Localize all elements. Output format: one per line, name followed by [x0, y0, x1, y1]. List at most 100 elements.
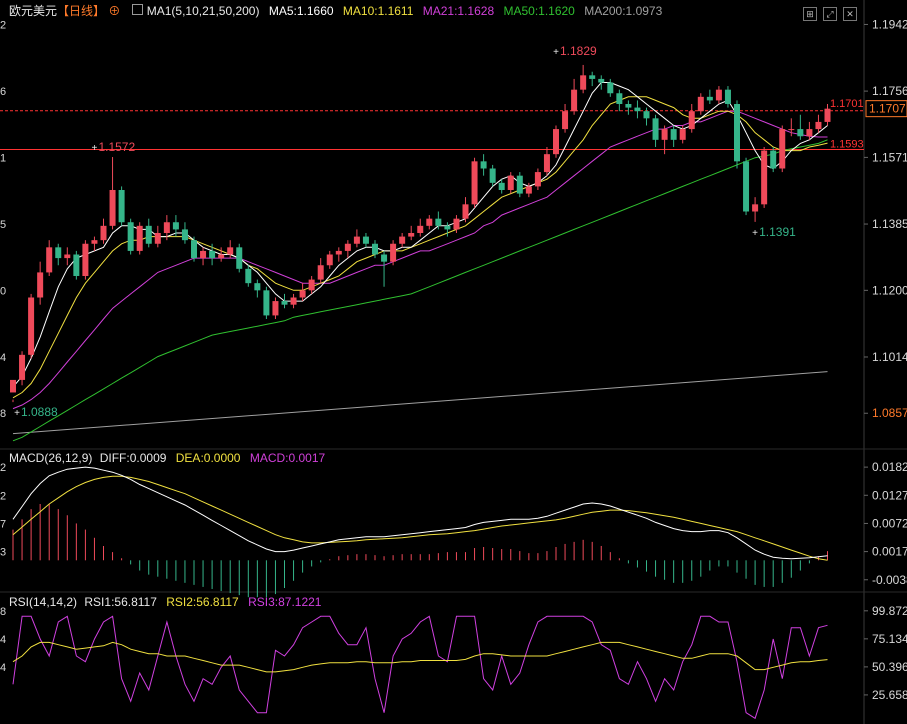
- extremum-marker: +: [553, 47, 559, 58]
- candle-body: [145, 225, 152, 244]
- candle-body: [399, 236, 406, 244]
- candle-body: [163, 222, 170, 233]
- candle-body: [516, 175, 523, 194]
- left-tick-label: 4: [0, 662, 6, 674]
- candle-body: [580, 75, 587, 90]
- candle-body: [308, 279, 315, 291]
- candle-body: [688, 111, 695, 130]
- left-tick-label: 8: [0, 408, 6, 420]
- candle-body: [761, 150, 768, 205]
- candle-body: [109, 190, 116, 226]
- candle-body: [652, 118, 659, 140]
- chart-canvas[interactable]: 1.1942 1.1756 1.1571 1.1385 1.1200 1.1014 1.08…: [0, 0, 907, 724]
- extremum-label: 1.1572: [98, 140, 135, 154]
- candle-body: [498, 182, 505, 190]
- left-tick-label: 7: [0, 518, 6, 530]
- candle-body: [480, 161, 487, 169]
- candle-body: [37, 272, 44, 298]
- y-tick-label: 0.0017: [872, 545, 907, 559]
- left-tick-label: 2: [0, 19, 6, 31]
- candle-body: [127, 222, 134, 251]
- candle-body: [471, 161, 478, 205]
- candle-body: [236, 247, 243, 269]
- extremum-marker: +: [752, 228, 758, 239]
- candle-body: [281, 301, 288, 305]
- candle-body: [381, 254, 388, 262]
- y-tick-label: 1.1385: [872, 217, 907, 231]
- candle-body: [353, 236, 360, 244]
- y-tick-label: 0.0072: [872, 516, 907, 530]
- candle-body: [408, 233, 415, 237]
- candle-body: [362, 236, 369, 244]
- extremum-label: 1.1829: [560, 44, 597, 58]
- y-tick-label: 1.1571: [872, 150, 907, 164]
- candle-body: [534, 172, 541, 187]
- candle-body: [191, 240, 197, 259]
- candle-body: [372, 243, 378, 255]
- candle-body: [390, 243, 397, 262]
- candle-body: [435, 218, 442, 226]
- extremum-label: 1.0888: [21, 405, 58, 419]
- candle-body: [734, 104, 740, 162]
- ma21-line: [12, 110, 828, 410]
- candle-body: [607, 82, 614, 94]
- candle-body: [724, 89, 731, 104]
- candle-body: [344, 243, 351, 251]
- candle-body: [806, 129, 813, 137]
- candle-body: [73, 254, 80, 276]
- extremum-marker: +: [14, 408, 20, 419]
- candle-body: [172, 222, 179, 230]
- y-tick-label: 1.0857: [872, 406, 907, 420]
- candle-body: [227, 247, 234, 255]
- candle-body: [770, 150, 777, 169]
- candle-body: [136, 225, 143, 251]
- left-tick-label: 2: [0, 490, 6, 502]
- candle-body: [616, 93, 623, 104]
- candle-body: [10, 379, 16, 393]
- candle-body: [263, 290, 270, 316]
- ma200-line: [12, 371, 828, 435]
- y-tick-label: 99.872: [872, 604, 907, 618]
- candle-body: [562, 111, 569, 130]
- candle-body: [46, 247, 53, 273]
- resistance-label: 1.1701: [830, 98, 864, 110]
- extremum-label: 1.1391: [759, 225, 796, 239]
- ma10-line: [12, 96, 828, 399]
- candle-body: [670, 129, 677, 140]
- candle-body: [752, 204, 759, 212]
- macd-diff-line: [12, 466, 828, 560]
- candle-body: [625, 104, 632, 108]
- y-tick-label: -0.0038: [872, 573, 907, 587]
- candle-body: [797, 129, 804, 137]
- candle-body: [788, 129, 795, 131]
- current-price-label: 1.1707: [869, 102, 906, 116]
- candle-body: [218, 254, 225, 259]
- candle-body: [507, 175, 514, 190]
- candle-body: [19, 354, 26, 380]
- candle-body: [64, 254, 71, 259]
- y-tick-label: 75.134: [872, 632, 907, 646]
- left-tick-label: 2: [0, 462, 6, 474]
- candle-body: [417, 225, 424, 233]
- extremum-marker: +: [92, 143, 98, 154]
- candle-body: [525, 186, 532, 194]
- left-tick-label: 6: [0, 86, 6, 98]
- candle-body: [643, 111, 650, 119]
- candle-body: [55, 247, 62, 259]
- candle-body: [661, 129, 668, 140]
- candle-body: [444, 225, 451, 230]
- candle-body: [706, 96, 713, 101]
- macd-dea-line: [12, 475, 828, 561]
- y-tick-label: 1.1942: [872, 17, 907, 31]
- candle-body: [489, 168, 496, 183]
- candle-body: [181, 229, 188, 241]
- y-tick-label: 1.1014: [872, 350, 907, 364]
- y-tick-label: 50.396: [872, 660, 907, 674]
- candle-body: [209, 250, 216, 259]
- candle-body: [82, 243, 89, 276]
- y-tick-label: 1.1200: [872, 283, 907, 297]
- left-tick-label: 5: [0, 219, 6, 231]
- chart-window: { "header": { "symbol": "欧元美元", "period"…: [0, 0, 907, 724]
- candle-body: [589, 75, 596, 79]
- candle-body: [697, 96, 704, 112]
